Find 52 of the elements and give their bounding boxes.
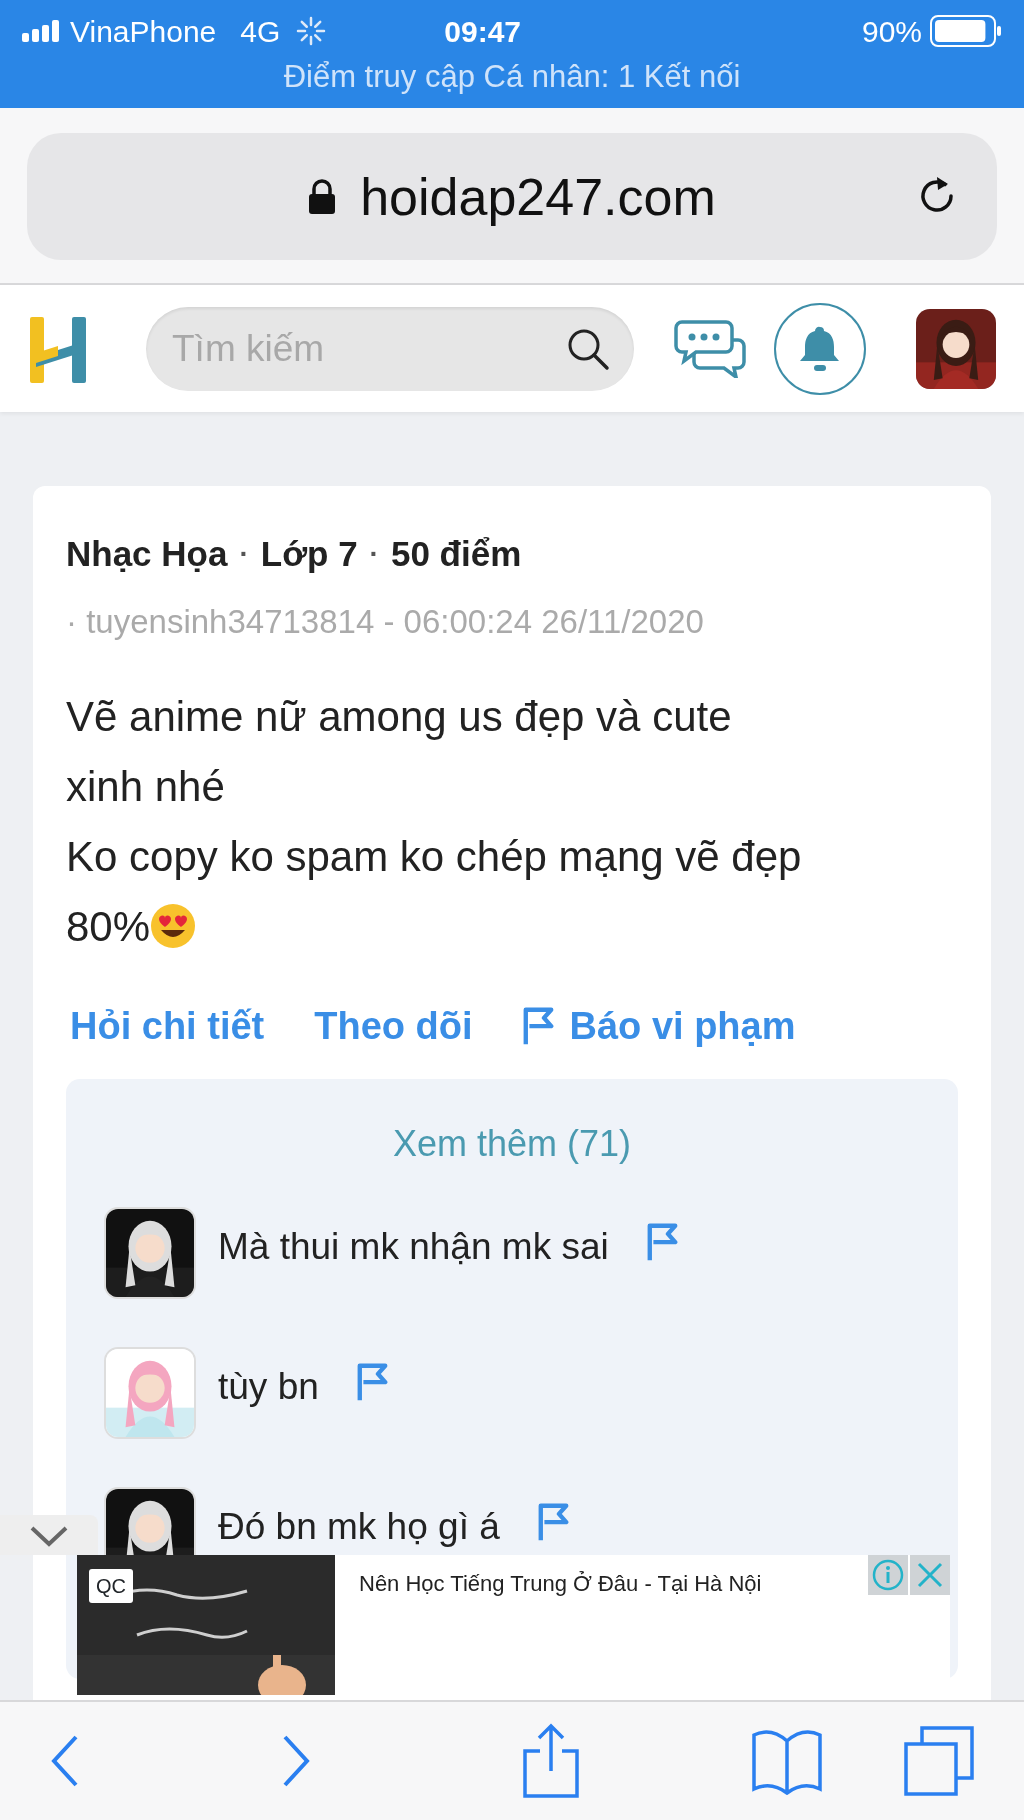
share-button[interactable] — [522, 1723, 580, 1799]
collapse-ad-button[interactable] — [0, 1515, 98, 1555]
bell-icon — [799, 324, 841, 373]
question-action-link[interactable]: Theo dõi — [310, 998, 477, 1055]
comment-text: Mà thui mk nhận mk sai — [218, 1225, 609, 1269]
forward-button[interactable] — [281, 1734, 311, 1788]
back-icon — [50, 1734, 80, 1788]
share-icon — [522, 1723, 580, 1799]
book-icon — [751, 1727, 823, 1795]
tabs-button[interactable] — [904, 1726, 974, 1796]
bookmarks-button[interactable] — [751, 1727, 823, 1795]
question-text: Vẽ anime nữ among us đẹp và cute — [66, 693, 732, 740]
question-text: 80% — [66, 903, 151, 950]
flag-icon — [522, 1006, 554, 1047]
question-text: xinh nhé — [66, 763, 225, 810]
chevron-down-icon — [29, 1524, 69, 1547]
separator-dot: · — [239, 537, 249, 572]
spinner-icon — [296, 16, 327, 46]
author-time: · tuyensinh34713814 - 06:00:24 26/11/2020 — [66, 601, 705, 642]
address-bar[interactable]: hoidap247.com — [27, 133, 997, 260]
search-field[interactable]: Tìm kiếm — [146, 306, 634, 391]
comment-text: tùy bn — [218, 1365, 319, 1409]
clock-time: 09:47 — [444, 13, 521, 50]
see-more-link[interactable]: Xem thêm (71) — [104, 1117, 920, 1171]
flag-icon — [646, 1223, 678, 1263]
question-meta: 50 điểm — [390, 533, 522, 575]
ad-title: Nên Học Tiếng Trung Ở Đâu - Tại Hà Nội — [359, 1570, 762, 1598]
back-button[interactable] — [50, 1734, 80, 1788]
close-icon — [916, 1561, 944, 1589]
battery-percent: 90% — [861, 13, 922, 50]
question-meta: Lớp 7 — [260, 533, 358, 575]
forward-icon — [281, 1734, 311, 1788]
flag-icon — [356, 1363, 388, 1403]
tabs-icon — [904, 1726, 974, 1796]
lock-icon — [308, 178, 337, 215]
comment-text: Đó bn mk họ gì á — [218, 1505, 500, 1549]
separator-dot: · — [369, 537, 379, 572]
carrier-name: VinaPhone — [70, 13, 217, 50]
chat-icon[interactable] — [674, 319, 746, 378]
heart-eyes-emoji-icon — [150, 903, 197, 949]
flag-icon — [537, 1503, 569, 1543]
hotspot-status: Điểm truy cập Cá nhân: 1 Kết nối — [282, 58, 742, 96]
battery-fill — [935, 20, 986, 42]
question-action-link[interactable]: Báo vi phạm — [518, 998, 800, 1055]
signal-icon — [22, 20, 62, 42]
network-type: 4G — [240, 13, 281, 50]
url-text: hoidap247.com — [360, 166, 716, 228]
question-meta: Nhạc Họa — [66, 533, 228, 575]
question-action-link[interactable]: Hỏi chi tiết — [66, 998, 269, 1055]
question-text: Ko copy ko spam ko chép mạng vẽ đẹp — [66, 833, 802, 880]
info-icon — [872, 1559, 904, 1591]
ad-label: QC — [89, 1569, 133, 1603]
